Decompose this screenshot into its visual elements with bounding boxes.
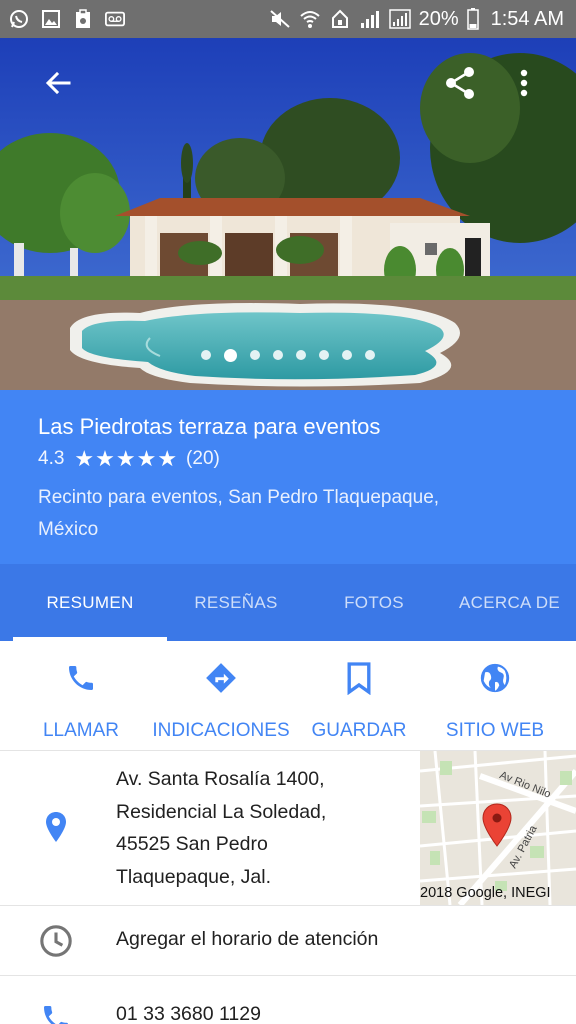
hours-row[interactable]: Agregar el horario de atención: [0, 906, 576, 976]
phone-row[interactable]: 01 33 3680 1129: [0, 976, 576, 1024]
add-hours-text: Agregar el horario de atención: [116, 928, 379, 950]
more-vert-icon: [520, 69, 528, 97]
place-header: Las Piedrotas terraza para eventos 4.3 ★…: [0, 390, 576, 564]
tab-acerca-de[interactable]: ACERCA DE: [443, 564, 576, 641]
mute-icon: [269, 9, 291, 29]
address-line: Av. Santa Rosalía 1400,: [116, 768, 325, 790]
tab-fotos[interactable]: FOTOS: [305, 564, 443, 641]
wifi-icon: [299, 9, 321, 29]
photo-dot[interactable]: [201, 350, 211, 360]
photo-dot[interactable]: [319, 350, 329, 360]
battery-icon: [466, 8, 479, 30]
clock-icon: [38, 923, 74, 959]
save-label: GUARDAR: [311, 720, 407, 741]
photo-dot[interactable]: [224, 349, 237, 362]
tab-label: RESEÑAS: [194, 592, 278, 612]
place-category-address: Recinto para eventos, San Pedro Tlaquepa…: [38, 482, 538, 546]
globe-icon: [478, 658, 512, 698]
rating-value: 4.3: [38, 448, 65, 469]
call-button[interactable]: LLAMAR: [0, 641, 162, 750]
location-pin-icon: [38, 809, 74, 845]
tab-resumen[interactable]: RESUMEN: [13, 564, 167, 641]
address-line: 45525 San Pedro: [116, 833, 268, 855]
photo-dot[interactable]: [342, 350, 352, 360]
share-icon: [446, 67, 474, 99]
review-count: (20): [186, 448, 220, 469]
pool-terrace-photo: [0, 38, 576, 390]
bookmark-icon: [345, 658, 373, 698]
phone-icon: [38, 1000, 74, 1024]
directions-label: INDICACIONES: [152, 720, 290, 741]
directions-icon: [204, 658, 238, 698]
rating-row[interactable]: 4.3 ★★★★★ (20): [38, 446, 538, 472]
address-text: Av. Santa Rosalía 1400, Residencial La S…: [116, 763, 412, 893]
call-label: LLAMAR: [42, 720, 120, 741]
photo-dot[interactable]: [250, 350, 260, 360]
directions-button[interactable]: INDICACIONES: [152, 641, 290, 750]
tab-resenas[interactable]: RESEÑAS: [167, 564, 305, 641]
data-icon: [329, 9, 351, 29]
tab-label: ACERCA DE: [459, 592, 560, 612]
photo-dot[interactable]: [296, 350, 306, 360]
gallery-icon: [41, 9, 61, 29]
place-photo[interactable]: [0, 38, 576, 390]
category-line: México: [38, 519, 99, 540]
signal-icon: [388, 9, 411, 29]
rating-stars: ★★★★★: [74, 446, 179, 471]
clipboard-icon: [73, 9, 93, 29]
address-line: Tlaquepaque, Jal.: [116, 865, 272, 888]
address-row[interactable]: Av. Santa Rosalía 1400, Residencial La S…: [0, 751, 576, 906]
map-attribution: 2018 Google, INEGI: [420, 885, 551, 901]
status-bar: 20% 1:54 AM: [0, 0, 576, 38]
map-marker-icon: [481, 803, 513, 852]
battery-percent: 20%: [418, 7, 459, 30]
share-button[interactable]: [436, 59, 484, 107]
photo-dot[interactable]: [273, 350, 283, 360]
photo-dot[interactable]: [365, 350, 375, 360]
photo-pager-dots[interactable]: [0, 349, 576, 362]
arrow-back-icon: [45, 71, 71, 95]
website-label: SITIO WEB: [445, 720, 545, 741]
whatsapp-icon: [9, 9, 29, 29]
phone-icon: [65, 658, 97, 698]
tab-label: RESUMEN: [46, 592, 134, 612]
quick-actions: LLAMAR INDICACIONES GUARDAR SITIO WEB: [0, 641, 576, 751]
clock: 1:54 AM: [490, 7, 564, 30]
tab-label: FOTOS: [344, 592, 404, 612]
phone-number: 01 33 3680 1129: [116, 1003, 261, 1024]
voicemail-icon: [105, 9, 125, 29]
place-tabs: RESUMEN RESEÑAS FOTOS ACERCA DE: [0, 564, 576, 641]
map-thumbnail[interactable]: Av Rio Nilo Av. Patria 2018 Google, INEG…: [420, 751, 576, 905]
more-options-button[interactable]: [500, 59, 548, 107]
place-name: Las Piedrotas terraza para eventos: [38, 414, 381, 439]
save-button[interactable]: GUARDAR: [280, 641, 438, 750]
website-button[interactable]: SITIO WEB: [438, 641, 552, 750]
back-button[interactable]: [34, 59, 82, 107]
category-line: Recinto para eventos, San Pedro Tlaquepa…: [38, 487, 440, 508]
signal-icon: [359, 9, 381, 29]
address-line: Residencial La Soledad,: [116, 800, 327, 823]
